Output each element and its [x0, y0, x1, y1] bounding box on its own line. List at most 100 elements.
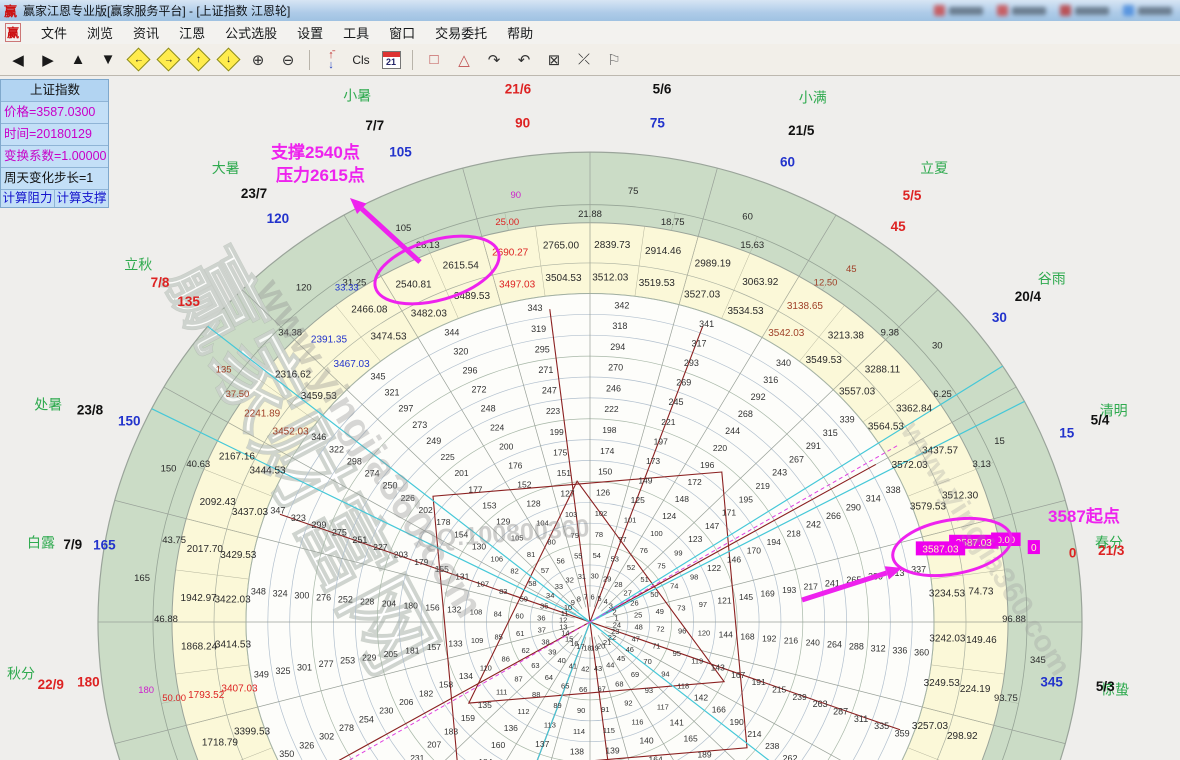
price-ring2-number: 3407.03 [221, 684, 258, 695]
spiral-number: 30 [591, 572, 599, 581]
spiral-number: 160 [491, 740, 505, 750]
spiral-number: 238 [765, 741, 779, 751]
rotate-cw-icon[interactable]: ↷ [480, 47, 508, 73]
menu-item-文件[interactable]: 文件 [31, 21, 77, 44]
spiral-number: 263 [813, 699, 828, 709]
titlebar-link[interactable] [1060, 5, 1109, 16]
whiteboard-icon[interactable]: ⚐ [600, 47, 628, 73]
solar-term-立夏: 立夏 [920, 160, 948, 176]
zoom-in-icon[interactable]: ⊕ [244, 47, 272, 73]
nav-back-icon[interactable]: ◀ [4, 47, 32, 73]
calendar-icon[interactable]: 21 [377, 47, 405, 73]
spiral-number: 120 [698, 628, 711, 637]
nav-up-icon[interactable]: ▲ [64, 47, 92, 73]
spiral-number: 119 [691, 656, 703, 665]
spiral-number: 100 [650, 529, 663, 538]
cls-button[interactable]: Cls [347, 47, 375, 73]
spiral-number: 48 [634, 622, 642, 631]
spiral-number: 34 [546, 591, 554, 600]
price-ring1-number: 3138.65 [787, 301, 824, 312]
spiral-number: 127 [560, 489, 574, 499]
menu-item-交易委托[interactable]: 交易委托 [425, 21, 497, 44]
percent-ring-number: 50.00 [162, 693, 186, 704]
degree-ring-number: 30 [932, 341, 943, 352]
spiral-number: 43 [594, 664, 602, 673]
spiral-number: 64 [545, 673, 553, 682]
menu-item-工具[interactable]: 工具 [333, 21, 379, 44]
spiral-number: 267 [789, 454, 804, 464]
spiral-number: 118 [677, 681, 689, 690]
spiral-number: 85 [494, 633, 502, 642]
updown-marker-icon[interactable]: ↑̄↓ [317, 47, 345, 73]
spiral-number: 123 [688, 534, 702, 544]
spiral-number: 99 [674, 548, 682, 557]
menu-item-设置[interactable]: 设置 [287, 21, 333, 44]
spiral-number: 315 [823, 428, 838, 438]
shift-right-icon[interactable]: → [154, 47, 182, 73]
spiral-number: 68 [615, 679, 623, 688]
spiral-number: 82 [510, 567, 518, 576]
spiral-number: 348 [251, 587, 266, 597]
spiral-number: 220 [713, 443, 727, 453]
triangle-tool-icon[interactable]: △ [450, 47, 478, 73]
button-计算阻力[interactable]: 计算阻力 [1, 190, 55, 207]
spiral-number: 290 [846, 502, 861, 512]
rotate-ccw-icon[interactable]: ↶ [510, 47, 538, 73]
spiral-number: 262 [783, 753, 798, 760]
button-计算支撑[interactable]: 计算支撑 [55, 190, 108, 207]
spiral-number: 243 [772, 468, 787, 478]
percent-ring-number: 18.75 [661, 217, 685, 228]
fit-screen-icon[interactable]: ⤫ [570, 47, 598, 73]
zoom-out-icon[interactable]: ⊖ [274, 47, 302, 73]
nav-down-icon[interactable]: ▼ [94, 47, 122, 73]
spiral-number: 117 [657, 702, 669, 711]
menu-item-江恩[interactable]: 江恩 [169, 21, 215, 44]
spiral-number: 28 [614, 580, 622, 589]
titlebar-link[interactable] [1123, 5, 1172, 16]
menu-item-资讯[interactable]: 资讯 [123, 21, 169, 44]
titlebar-link[interactable] [934, 5, 983, 16]
rim-degree-75: 75 [650, 115, 666, 130]
menu-item-帮助[interactable]: 帮助 [497, 21, 543, 44]
spiral-number: 112 [518, 707, 530, 716]
titlebar-link-icon [1123, 5, 1134, 16]
titlebar-blurred-links[interactable] [934, 5, 1172, 16]
shift-left-icon[interactable]: ← [124, 47, 152, 73]
spiral-number: 194 [767, 537, 781, 547]
spiral-number: 165 [684, 734, 698, 744]
menu-item-公式选股[interactable]: 公式选股 [215, 21, 287, 44]
spiral-number: 345 [371, 371, 386, 381]
app-window: { "window": { "title": "赢家江恩专业版[赢家服务平台] … [0, 0, 1180, 760]
spiral-number: 81 [527, 550, 535, 559]
square-tool-icon[interactable]: □ [420, 47, 448, 73]
spiral-number: 287 [833, 706, 848, 716]
spiral-number: 182 [419, 688, 433, 698]
shift-up-icon[interactable]: ↑ [184, 47, 212, 73]
delete-box-icon[interactable]: ⊠ [540, 47, 568, 73]
spiral-number: 172 [687, 477, 701, 487]
spiral-number: 55 [574, 551, 582, 560]
menu-item-浏览[interactable]: 浏览 [77, 21, 123, 44]
spiral-number: 197 [654, 436, 668, 446]
spiral-number: 167 [731, 670, 745, 680]
spiral-number: 216 [784, 635, 798, 645]
price-ring2-number: 3257.03 [912, 721, 949, 732]
degree-highlight: 0 [1031, 543, 1037, 554]
titlebar-link[interactable] [997, 5, 1046, 16]
spiral-number: 275 [332, 528, 347, 538]
price-ring2-number: 3542.03 [768, 328, 805, 339]
rim-degree-120: 120 [267, 211, 290, 226]
spiral-number: 268 [738, 409, 753, 419]
gann-wheel-chart[interactable]: 赢家财富网12345678910111213141516171819202122… [0, 0, 1180, 760]
shift-down-icon[interactable]: ↓ [214, 47, 242, 73]
spiral-number: 292 [751, 392, 766, 402]
spiral-number: 60 [515, 612, 523, 621]
price-ring2-number: 3474.53 [370, 331, 407, 342]
term-date-20/4: 20/4 [1015, 289, 1042, 304]
nav-forward-icon[interactable]: ▶ [34, 47, 62, 73]
param-row-0: 价格=3587.0300 [1, 102, 108, 124]
menu-item-窗口[interactable]: 窗口 [379, 21, 425, 44]
spiral-number: 3 [609, 602, 613, 611]
price-ring1-number: 2241.89 [244, 409, 281, 420]
diamond-shape: ↓ [216, 47, 240, 71]
